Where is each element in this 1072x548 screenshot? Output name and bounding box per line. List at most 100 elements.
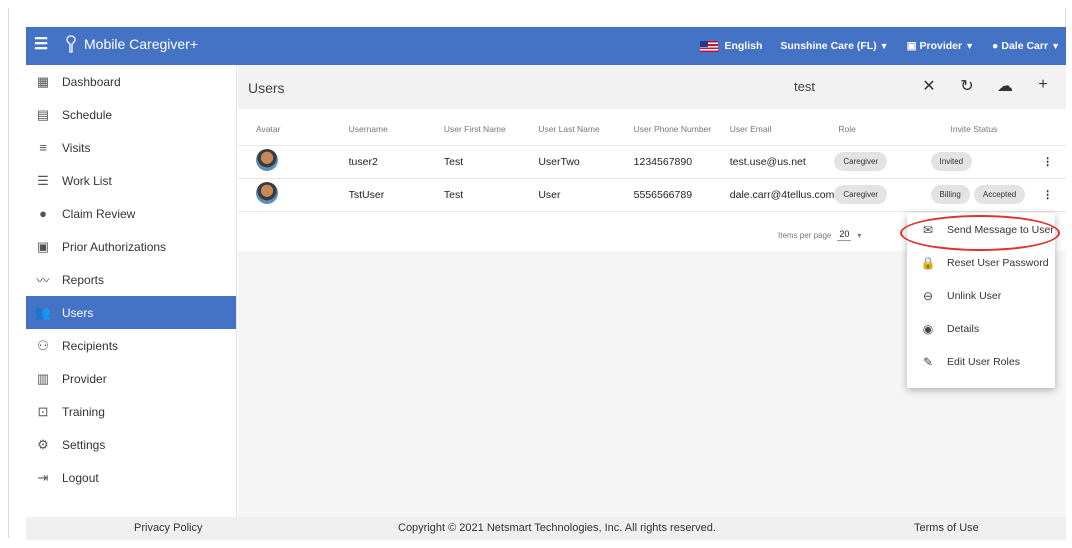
username-cell: TstUser (348, 178, 444, 212)
sidebar-item-label: Claim Review (62, 206, 136, 221)
status-badge: Accepted (973, 185, 1026, 204)
menu-item-edit-roles[interactable]: ✎ Edit User Roles (907, 345, 1055, 378)
clipboard-icon: ▥ (36, 370, 50, 386)
sidebar-item-work-list[interactable]: ☰ Work List (26, 164, 236, 197)
items-per-page-select[interactable]: 20 (837, 229, 852, 241)
lock-icon: 🔒 (920, 255, 936, 270)
menu-item-details[interactable]: ◉ Details (907, 312, 1055, 345)
sidebar-item-label: Work List (62, 173, 112, 188)
alert-icon: ● (39, 206, 47, 221)
chevron-down-icon: ▼ (965, 41, 975, 51)
sidebar-item-label: Visits (62, 140, 91, 155)
avatar (256, 182, 278, 204)
gear-icon: ⚙ (37, 436, 49, 452)
role-chip: Billing (930, 185, 970, 204)
column-header[interactable]: Avatar (238, 113, 349, 146)
logout-icon: ⇥ (37, 469, 49, 485)
sidebar-item-settings[interactable]: ⚙ Settings (26, 428, 236, 461)
sidebar-item-label: Provider (62, 371, 107, 386)
column-header[interactable]: Username (348, 113, 444, 146)
column-header[interactable]: Invite Status (928, 113, 1030, 146)
sidebar-item-training[interactable]: ⊡ Training (26, 395, 236, 428)
sidebar-item-label: Logout (62, 470, 99, 485)
phone-cell: 5556566789 (633, 178, 730, 212)
recipients-icon: ⚇ (37, 337, 49, 353)
items-per-page-label: Items per page (778, 230, 832, 240)
annotation-highlight-ring (900, 215, 1060, 251)
sidebar-item-prior-authorizations[interactable]: ▣ Prior Authorizations (26, 230, 236, 263)
menu-item-unlink-user[interactable]: ⊖ Unlink User (907, 279, 1055, 312)
sidebar-item-visits[interactable]: ≡ Visits (26, 131, 236, 164)
page-title: Users (248, 80, 285, 96)
column-header[interactable]: User First Name (443, 113, 539, 146)
sidebar-item-dashboard[interactable]: ▦ Dashboard (26, 65, 236, 98)
username-cell: tuser2 (348, 145, 444, 179)
sidebar-item-logout[interactable]: ⇥ Logout (26, 461, 236, 494)
dashboard-icon: ▦ (36, 73, 50, 89)
search-input[interactable]: test (794, 79, 815, 94)
sidebar-item-claim-review[interactable]: ● Claim Review (26, 197, 236, 230)
terms-of-use-link[interactable]: Terms of Use (914, 522, 979, 534)
footer: Privacy Policy Copyright © 2021 Netsmart… (26, 517, 1066, 540)
app-name: Mobile Caregiver+ (84, 36, 198, 52)
role-label: Provider (919, 40, 963, 52)
menu-item-label: Unlink User (947, 289, 1002, 302)
first-name-cell: Test (443, 145, 539, 179)
id-card-icon: ▣ (906, 40, 917, 52)
link-icon: ⊖ (922, 288, 934, 303)
sidebar-item-label: Recipients (62, 338, 119, 353)
column-header[interactable]: User Email (729, 113, 835, 146)
filter-icon: ≡ (39, 140, 47, 155)
sidebar-item-schedule[interactable]: ▤ Schedule (26, 98, 236, 131)
pencil-icon: ✎ (922, 354, 934, 369)
chevron-down-icon: ▼ (1051, 41, 1060, 51)
training-icon: ⊡ (37, 403, 49, 419)
add-icon[interactable]: + (1034, 76, 1052, 96)
calendar-icon: ▤ (36, 106, 50, 122)
avatar (256, 149, 278, 171)
account-circle-icon: ● (992, 40, 999, 52)
logo-icon (66, 35, 76, 53)
role-chip: Caregiver (834, 152, 888, 171)
row-actions-icon[interactable]: ⋮ (1029, 178, 1066, 212)
hamburger-menu-icon[interactable]: ☰ (32, 36, 50, 54)
language-label: English (724, 40, 763, 52)
clear-icon[interactable]: ✕ (920, 76, 938, 96)
privacy-policy-link[interactable]: Privacy Policy (134, 522, 202, 534)
sidebar-item-users[interactable]: 👥 Users (26, 296, 236, 329)
sidebar-item-label: Schedule (62, 107, 113, 122)
table-row[interactable]: TstUser Test User 5556566789 dale.carr@4… (238, 178, 1066, 212)
column-header[interactable]: User Phone Number (633, 113, 730, 146)
column-header[interactable]: Role (834, 113, 929, 146)
calendar-icon: ▣ (36, 238, 50, 254)
paginator: Items per page 20 ▾ (778, 229, 861, 241)
sidebar-item-reports[interactable]: 〰 Reports (26, 263, 236, 296)
email-cell: dale.carr@4tellus.com (729, 178, 835, 212)
row-actions-icon[interactable]: ⋮ (1029, 145, 1066, 179)
users-table: Avatar Username User First Name User Las… (238, 113, 1066, 212)
column-header[interactable]: User Last Name (538, 113, 634, 146)
sidebar: ▦ Dashboard ▤ Schedule ≡ Visits ☰ Work List … (26, 65, 237, 517)
phone-cell: 1234567890 (633, 145, 730, 179)
sidebar-item-recipients[interactable]: ⚇ Recipients (26, 329, 236, 362)
cloud-upload-icon[interactable]: ☁ (996, 76, 1014, 96)
first-name-cell: Test (443, 178, 539, 212)
refresh-icon[interactable]: ↻ (958, 76, 976, 96)
table-row[interactable]: tuser2 Test UserTwo 1234567890 test.use@… (238, 145, 1066, 179)
menu-item-label: Details (947, 322, 980, 335)
user-menu[interactable]: ● Dale Carr ▼ (992, 40, 1060, 52)
eye-icon: ◉ (922, 321, 934, 336)
sidebar-item-provider[interactable]: ▥ Provider (26, 362, 236, 395)
language-selector[interactable]: English (700, 40, 762, 52)
app-logo[interactable]: Mobile Caregiver+ (64, 35, 198, 53)
email-cell: test.use@us.net (729, 145, 835, 179)
list-icon: ☰ (37, 172, 49, 188)
menu-item-label: Reset User Password (947, 256, 1049, 269)
caret-down-icon[interactable]: ▾ (857, 231, 861, 240)
copyright-text: Copyright © 2021 Netsmart Technologies, … (398, 522, 716, 534)
table-header-row: Avatar Username User First Name User Las… (238, 113, 1066, 146)
trending-icon: 〰 (36, 273, 50, 288)
users-icon: 👥 (34, 304, 52, 320)
agency-selector[interactable]: Sunshine Care (FL) ▼ (780, 40, 888, 52)
role-selector[interactable]: ▣ Provider ▼ (907, 40, 974, 52)
